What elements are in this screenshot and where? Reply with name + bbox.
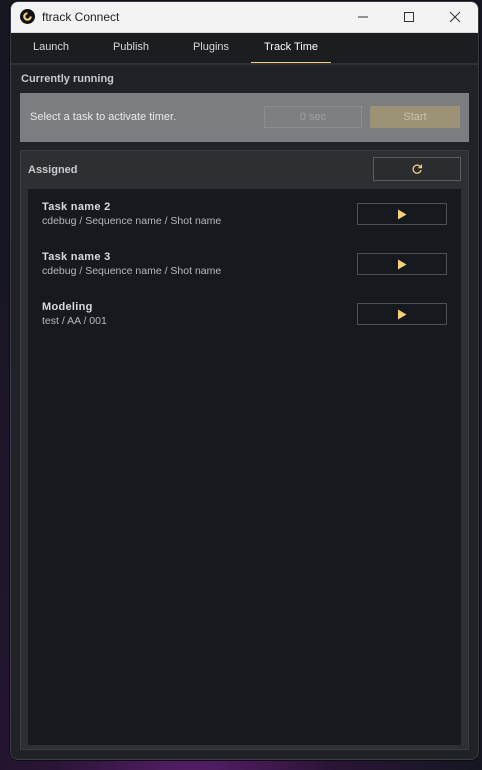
minimize-button[interactable] [340, 2, 386, 32]
ftrack-logo-icon [20, 9, 35, 24]
close-icon [449, 11, 461, 23]
task-list: Task name 2 cdebug / Sequence name / Sho… [28, 189, 461, 745]
start-button[interactable]: Start [370, 106, 460, 128]
refresh-button[interactable] [373, 157, 461, 181]
minimize-icon [358, 16, 368, 18]
start-timer-button[interactable] [357, 303, 447, 325]
task-path: cdebug / Sequence name / Shot name [42, 215, 222, 227]
assigned-panel: Assigned Task name 2 cdebug / Sequence n… [20, 150, 469, 750]
title-bar: ftrack Connect [11, 2, 478, 33]
tab-track-time[interactable]: Track Time [251, 33, 331, 65]
task-path: test / AA / 001 [42, 315, 107, 327]
start-timer-button[interactable] [357, 253, 447, 275]
assigned-heading: Assigned [28, 164, 78, 176]
task-name: Task name 2 [42, 201, 111, 213]
maximize-button[interactable] [386, 2, 432, 32]
start-timer-button[interactable] [357, 203, 447, 225]
task-name: Modeling [42, 301, 93, 313]
task-name: Task name 3 [42, 251, 111, 263]
tab-bar: Launch Publish Plugins Track Time [11, 33, 478, 65]
close-button[interactable] [432, 2, 478, 32]
tab-plugins[interactable]: Plugins [171, 33, 251, 63]
play-icon [398, 259, 407, 269]
window-title: ftrack Connect [42, 10, 120, 24]
app-window: ftrack Connect Launch Publish Plugins Tr… [10, 1, 479, 760]
timer-status-message: Select a task to activate timer. [30, 111, 177, 123]
play-icon [398, 209, 407, 219]
tab-divider [11, 63, 478, 65]
task-item[interactable]: Task name 2 cdebug / Sequence name / Sho… [28, 189, 461, 229]
currently-running-heading: Currently running [21, 73, 114, 85]
currently-running-panel: Select a task to activate timer. 0 sec S… [20, 93, 469, 142]
task-item[interactable]: Task name 3 cdebug / Sequence name / Sho… [28, 239, 461, 279]
task-item[interactable]: Modeling test / AA / 001 [28, 289, 461, 329]
timer-display: 0 sec [264, 106, 362, 128]
task-path: cdebug / Sequence name / Shot name [42, 265, 222, 277]
tab-publish[interactable]: Publish [91, 33, 171, 63]
play-icon [398, 309, 407, 319]
refresh-icon [412, 164, 423, 174]
tab-launch[interactable]: Launch [11, 33, 91, 63]
maximize-icon [404, 12, 414, 22]
